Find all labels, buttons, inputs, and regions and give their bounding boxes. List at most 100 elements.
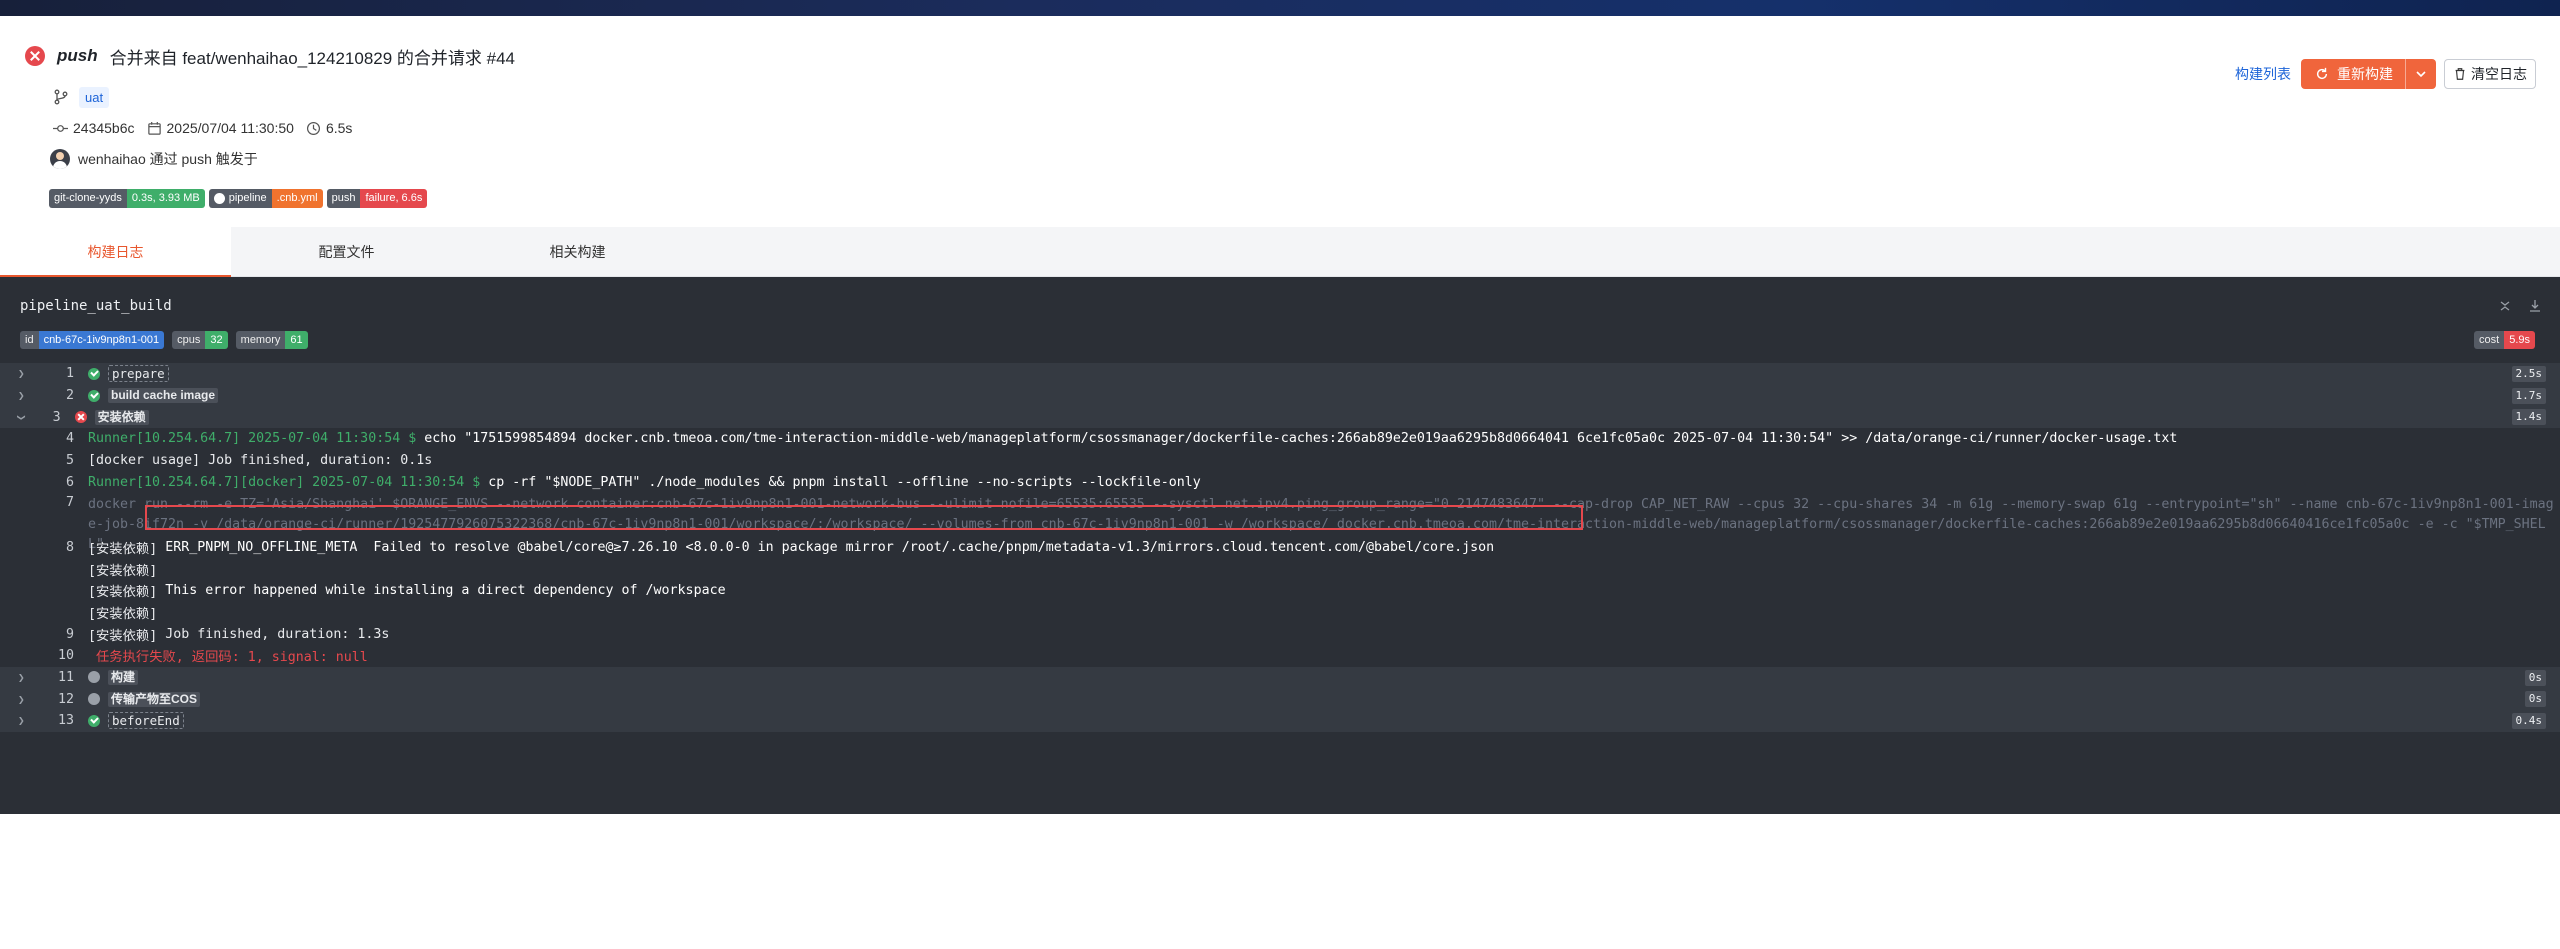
- rebuild-label: 重新构建: [2337, 66, 2393, 82]
- log-prefix: [安装依赖]: [88, 628, 158, 644]
- build-datetime: 2025/07/04 11:30:50: [147, 120, 294, 136]
- step-duration: 0s: [2524, 669, 2546, 686]
- step-row-before-end[interactable]: ❯ 13 beforeEnd 0.4s: [0, 710, 2560, 732]
- download-icon[interactable]: [2528, 299, 2542, 313]
- line-number: 6: [65, 474, 74, 490]
- badge-push[interactable]: push failure, 6.6s: [326, 188, 428, 208]
- rebuild-button-group: 重新构建: [2301, 59, 2436, 89]
- step-duration: 1.7s: [2511, 387, 2546, 404]
- log-line: 10 任务执行失败, 返回码: 1, signal: null: [0, 645, 2560, 667]
- calendar-icon: [147, 121, 161, 135]
- git-branch-icon: [54, 89, 68, 105]
- rebuild-button[interactable]: 重新构建: [2301, 59, 2406, 89]
- job-name: pipeline_uat_build: [20, 298, 172, 314]
- success-icon: [88, 389, 100, 402]
- chevron-right-icon[interactable]: ❯: [0, 693, 44, 706]
- error-highlight-box: [145, 505, 1583, 530]
- step-duration: 0.4s: [2511, 713, 2546, 730]
- badge-pipeline[interactable]: pipeline .cnb.yml: [208, 188, 323, 208]
- build-duration: 6.5s: [306, 120, 352, 136]
- chevron-right-icon[interactable]: ❯: [0, 671, 44, 684]
- step-row-upload-cos[interactable]: ❯ 12 传输产物至COS 0s: [0, 688, 2560, 711]
- badge-key: cost: [2474, 331, 2505, 349]
- refresh-icon: [2316, 67, 2328, 80]
- build-list-link[interactable]: 构建列表: [2235, 64, 2291, 84]
- badge-value: 32: [205, 331, 228, 349]
- chevron-right-icon[interactable]: ❯: [0, 367, 44, 380]
- chevron-right-icon[interactable]: ❯: [0, 389, 44, 402]
- pipeline-icon: [213, 192, 225, 204]
- branch-tag[interactable]: uat: [79, 86, 110, 108]
- tab-config-file[interactable]: 配置文件: [231, 227, 462, 277]
- badge-key: pipeline: [228, 191, 267, 204]
- log-line: 9 [安装依赖] Job finished, duration: 1.3s: [0, 623, 2560, 645]
- log-line: 6 Runner[10.254.64.7][docker] 2025-07-04…: [0, 471, 2560, 493]
- log-panel: pipeline_uat_build id cnb-67c-1iv9np8n1-…: [0, 277, 2560, 814]
- page-bottom-space: [0, 814, 2560, 949]
- log-line: 5 [docker usage] Job finished, duration:…: [0, 450, 2560, 472]
- rebuild-dropdown-button[interactable]: [2406, 59, 2436, 89]
- tab-build-log[interactable]: 构建日志: [0, 227, 231, 277]
- branch-row: uat: [53, 85, 110, 109]
- badge-key: push: [326, 188, 361, 208]
- log-prompt: Runner[10.254.64.7][docker] 2025-07-04 1…: [88, 474, 489, 490]
- step-name: 构建: [108, 669, 139, 685]
- log-prefix: [安装依赖]: [88, 541, 158, 557]
- datetime-text: 2025/07/04 11:30:50: [166, 120, 294, 136]
- step-row-prepare[interactable]: ❯ 1 prepare 2.5s: [0, 363, 2560, 385]
- line-number: 1: [65, 366, 74, 382]
- commit-sha[interactable]: 24345b6c: [53, 120, 135, 136]
- job-id-badge: id cnb-67c-1iv9np8n1-001: [20, 331, 165, 349]
- clear-log-button[interactable]: 清空日志: [2444, 59, 2536, 89]
- tab-related-builds[interactable]: 相关构建: [462, 227, 693, 277]
- step-duration: 1.4s: [2511, 409, 2546, 426]
- step-row-build[interactable]: ❯ 11 构建 0s: [0, 666, 2560, 689]
- trash-icon: [2455, 68, 2465, 80]
- event-type: push: [57, 46, 98, 65]
- trigger-text: wenhaihao 通过 push 触发于: [78, 151, 258, 167]
- skipped-icon: [88, 693, 100, 706]
- chevron-right-icon[interactable]: ❯: [0, 714, 44, 727]
- chevron-down-icon[interactable]: ❯: [15, 414, 28, 421]
- step-name: beforeEnd: [108, 712, 184, 730]
- badge-key: cpus: [172, 331, 206, 349]
- step-row-install-deps[interactable]: ❯ 3 安装依赖 1.4s: [0, 406, 2560, 429]
- build-title-row: push 合并来自 feat/wenhaihao_124210829 的合并请求…: [25, 42, 515, 70]
- job-memory-badge: memory 61: [235, 331, 308, 349]
- job-cost-badge: cost 5.9s: [2474, 331, 2535, 349]
- log-text: Job finished, duration: 1.3s: [157, 626, 390, 642]
- line-number: 12: [57, 691, 74, 707]
- log-prefix: [安装依赖]: [88, 585, 158, 601]
- log-line: [安装依赖] This error happened while install…: [0, 580, 2560, 602]
- line-number: 8: [65, 539, 74, 555]
- step-name: 安装依赖: [94, 409, 149, 425]
- collapse-all-icon[interactable]: [2498, 299, 2512, 313]
- git-commit-icon: [53, 124, 68, 132]
- step-name: build cache image: [108, 388, 219, 404]
- step-name: 传输产物至COS: [108, 691, 201, 707]
- log-line: 4 Runner[10.254.64.7] 2025-07-04 11:30:5…: [0, 428, 2560, 450]
- line-number: 13: [57, 713, 74, 729]
- step-name: prepare: [108, 365, 169, 383]
- header-actions: 构建列表 重新构建 清空日志: [2235, 58, 2536, 90]
- line-number: 7: [65, 495, 74, 511]
- step-row-build-cache-image[interactable]: ❯ 2 build cache image 1.7s: [0, 384, 2560, 407]
- user-avatar[interactable]: [50, 149, 70, 169]
- duration-text: 6.5s: [325, 120, 353, 136]
- skipped-icon: [88, 671, 100, 684]
- failure-status-icon: [25, 46, 45, 66]
- badge-key: memory: [235, 331, 286, 349]
- log-failure-text: 任务执行失败, 返回码: 1, signal: null: [88, 650, 368, 666]
- badge-value: failure, 6.6s: [360, 188, 428, 208]
- badge-value: 0.3s, 3.93 MB: [126, 188, 205, 208]
- job-cpus-badge: cpus 32: [172, 331, 228, 349]
- badge-key: git-clone-yyds: [49, 188, 127, 208]
- top-banner-strip: [0, 0, 2560, 16]
- badge-git-clone[interactable]: git-clone-yyds 0.3s, 3.93 MB: [49, 188, 205, 208]
- clock-icon: [306, 121, 320, 135]
- badge-value: cnb-67c-1iv9np8n1-001: [38, 331, 165, 349]
- log-prompt: Runner[10.254.64.7] 2025-07-04 11:30:54 …: [88, 431, 425, 447]
- log-command: cp -rf "$NODE_PATH" ./node_modules && pn…: [488, 474, 1201, 490]
- badge-value: 5.9s: [2504, 331, 2535, 349]
- badge-key: id: [20, 331, 39, 349]
